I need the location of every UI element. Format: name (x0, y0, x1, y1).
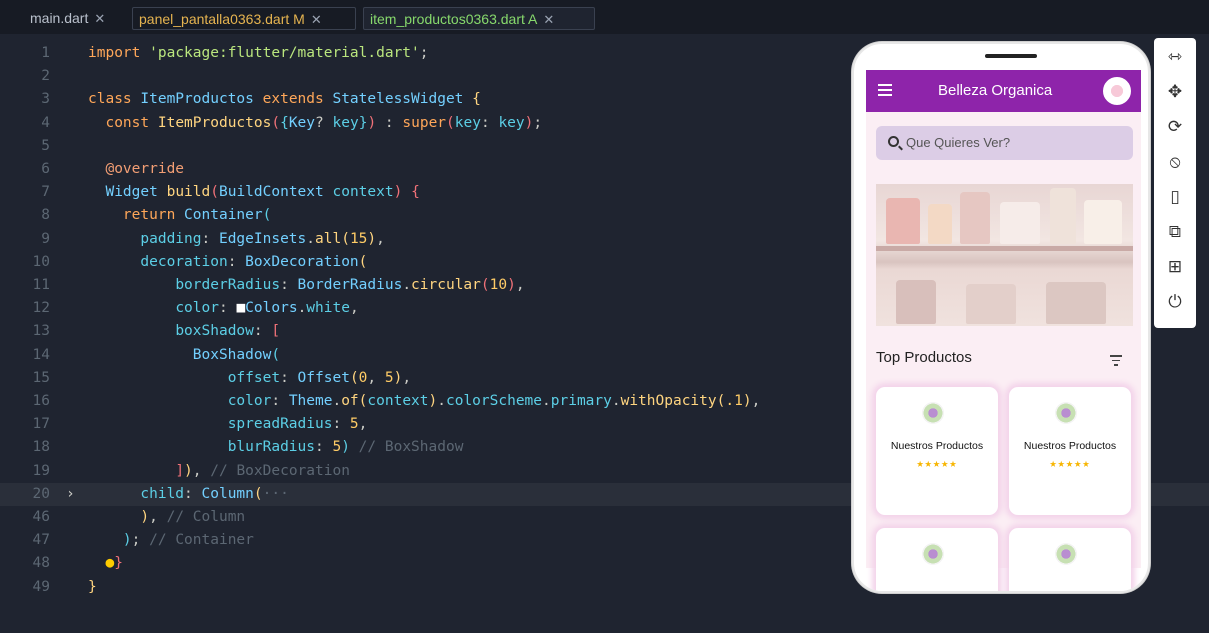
move-icon[interactable]: ✥ (1154, 77, 1196, 107)
code-text[interactable]: spreadRadius: 5, (88, 413, 368, 436)
line-number: 20 (32, 485, 50, 502)
product-image (922, 402, 944, 424)
product-card[interactable]: Nuestros Productos ★★★★★ (876, 387, 998, 515)
search-placeholder: Que Quieres Ver? (906, 135, 1011, 150)
code-text[interactable]: color: ■Colors.white, (88, 297, 358, 320)
line-number: 1 (41, 45, 50, 61)
line-number: 6 (41, 161, 50, 177)
line-number: 3 (41, 91, 50, 108)
product-card[interactable] (876, 528, 998, 591)
line-number: 5 (41, 137, 50, 154)
app-bar: Belleza Organica (866, 70, 1141, 112)
banner-image (876, 184, 1133, 326)
editor-tabbar: main.dart ✕ panel_pantalla0363.dart M ✕ it… (0, 0, 1209, 34)
line-number: 18 (32, 439, 50, 456)
menu-icon[interactable] (878, 84, 892, 96)
line-number: 12 (32, 300, 50, 317)
line-number: 17 (32, 416, 50, 433)
qr-code-icon[interactable]: ⊞ (1154, 252, 1196, 282)
product-name: Nuestros Productos (1023, 440, 1117, 452)
rotate-icon[interactable]: ⟳ (1154, 112, 1196, 142)
product-image (1055, 402, 1077, 424)
product-image (1055, 543, 1077, 565)
tab-panel-pantalla[interactable]: panel_pantalla0363.dart M ✕ (132, 7, 356, 30)
tab-item-productos[interactable]: item_productos0363.dart A ✕ (363, 7, 595, 30)
product-card[interactable]: Nuestros Productos ★★★★★ (1009, 387, 1131, 515)
rating-stars: ★★★★★ (916, 456, 958, 470)
line-number: 11 (32, 277, 50, 293)
emulator-toolbar: ⇿ ✥ ⟳ ⦸ ▯ ⧉ ⊞ ⏻ (1154, 38, 1196, 328)
code-text[interactable]: ); // Container (88, 529, 254, 552)
code-text[interactable]: @override (88, 158, 184, 181)
line-number: 47 (32, 532, 50, 549)
product-image (922, 543, 944, 565)
open-external-icon[interactable]: ⧉ (1154, 217, 1196, 247)
code-text[interactable]: Widget build(BuildContext context) { (88, 181, 419, 204)
resize-icon[interactable]: ⇿ (1154, 42, 1196, 72)
line-number: 2 (41, 68, 50, 85)
line-number: 7 (41, 184, 50, 201)
code-text[interactable]: ]), // BoxDecoration (88, 460, 350, 483)
code-text[interactable]: const ItemProductos({Key? key}) : super(… (88, 112, 542, 135)
line-number: 9 (41, 230, 50, 247)
device-rotate-icon[interactable]: ⦸ (1154, 147, 1196, 177)
line-number: 14 (32, 346, 50, 363)
phone-emulator: Belleza Organica Que Quieres Ver? Top Pr… (852, 42, 1150, 593)
line-number: 15 (32, 369, 50, 386)
filter-icon[interactable] (1110, 355, 1122, 369)
code-text[interactable]: return Container( (88, 204, 271, 227)
code-text[interactable]: child: Column(··· (88, 483, 288, 506)
code-text[interactable]: color: Theme.of(context).colorScheme.pri… (88, 390, 761, 413)
line-number: 13 (32, 323, 50, 340)
code-text[interactable]: } (88, 576, 97, 599)
line-number: 10 (32, 253, 50, 270)
line-number: 46 (32, 509, 50, 525)
code-text[interactable]: offset: Offset(0, 5), (88, 367, 411, 390)
section-title: Top Productos (876, 349, 972, 366)
power-icon[interactable]: ⏻ (1154, 287, 1196, 317)
fold-chevron-icon[interactable]: › (66, 483, 75, 506)
close-icon[interactable]: ✕ (543, 12, 554, 27)
line-number: 8 (41, 207, 50, 224)
code-text[interactable]: padding: EdgeInsets.all(15), (88, 228, 385, 251)
app-content: Que Quieres Ver? Top Productos Nuestros … (866, 112, 1141, 591)
code-text[interactable]: borderRadius: BorderRadius.circular(10), (88, 274, 524, 297)
line-number: 16 (32, 393, 50, 409)
product-name: Nuestros Productos (890, 440, 984, 452)
product-card[interactable] (1009, 528, 1131, 591)
close-icon[interactable]: ✕ (94, 11, 105, 26)
line-number: 48 (32, 555, 50, 572)
code-text[interactable]: boxShadow: [ (88, 320, 280, 343)
close-icon[interactable]: ✕ (311, 12, 322, 27)
line-number: 49 (32, 578, 50, 595)
search-input[interactable]: Que Quieres Ver? (876, 126, 1133, 160)
avatar[interactable] (1103, 77, 1131, 105)
code-text[interactable]: import 'package:flutter/material.dart'; (88, 42, 428, 65)
code-text[interactable]: BoxShadow( (88, 344, 280, 367)
line-number: 19 (32, 462, 50, 479)
code-text[interactable]: class ItemProductos extends StatelessWid… (88, 88, 481, 111)
tab-main-dart[interactable]: main.dart ✕ (24, 7, 128, 30)
rating-stars: ★★★★★ (1049, 456, 1091, 470)
code-text[interactable]: decoration: BoxDecoration( (88, 251, 367, 274)
line-number: 4 (41, 114, 50, 131)
code-text[interactable]: blurRadius: 5) // BoxShadow (88, 436, 464, 459)
app-title: Belleza Organica (938, 82, 1053, 99)
search-icon (888, 136, 899, 147)
code-text[interactable]: ●} (88, 552, 122, 575)
code-text[interactable]: ), // Column (88, 506, 245, 529)
phone-icon[interactable]: ▯ (1154, 182, 1196, 212)
phone-notch (985, 54, 1037, 58)
